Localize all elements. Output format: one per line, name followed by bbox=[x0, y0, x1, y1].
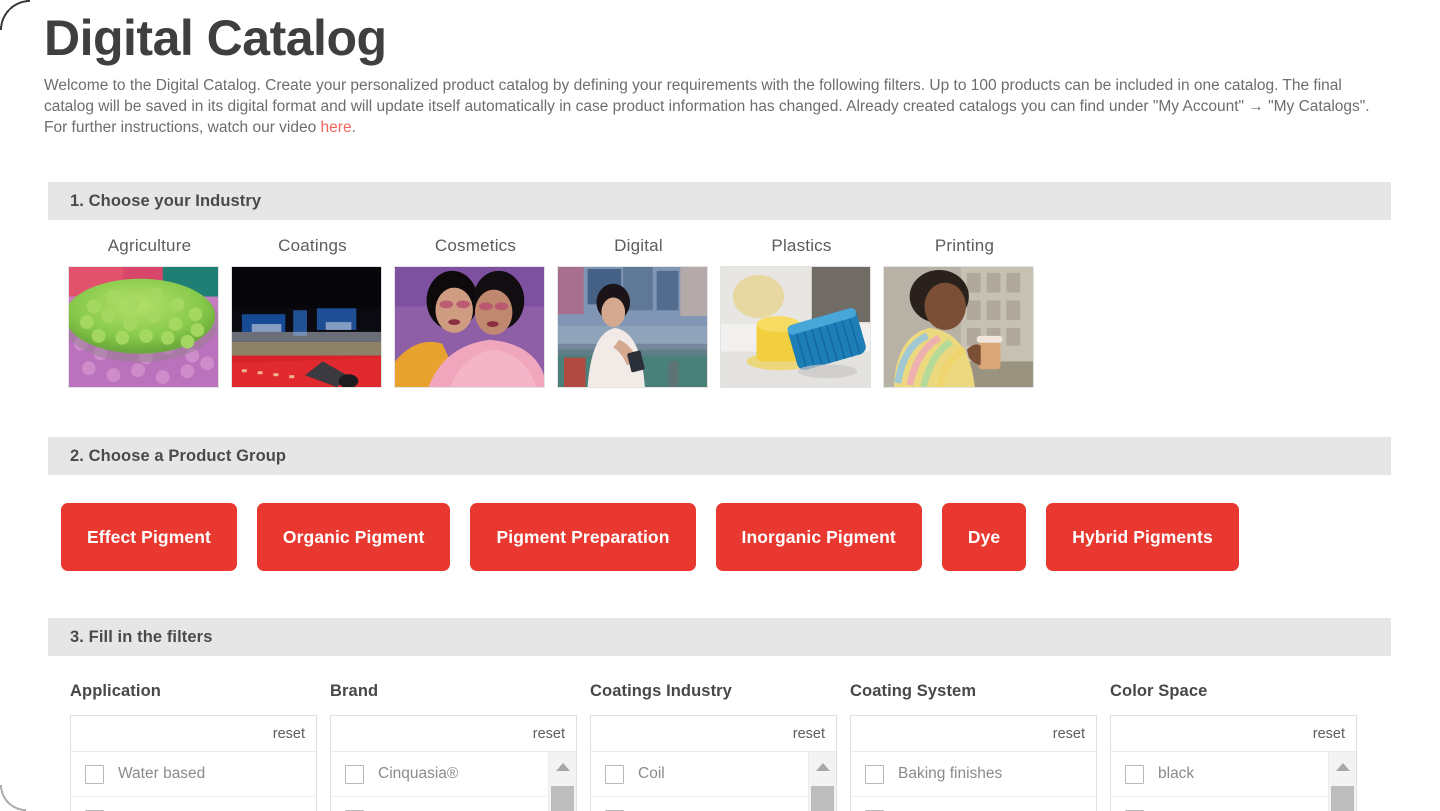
filter-option-list[interactable]: black bbox=[1111, 752, 1356, 811]
filter-option[interactable]: black bbox=[1111, 752, 1356, 797]
industry-item-cosmetics[interactable]: Cosmetics bbox=[394, 236, 557, 388]
filter-option[interactable] bbox=[591, 797, 836, 811]
filter-option-list[interactable]: Coil bbox=[591, 752, 836, 811]
printing-image[interactable] bbox=[883, 266, 1034, 388]
section-heading-filters: 3. Fill in the filters bbox=[70, 627, 213, 646]
digital-image[interactable] bbox=[557, 266, 708, 388]
product-group-button-organic-pigment[interactable]: Organic Pigment bbox=[256, 503, 451, 571]
industry-item-agriculture[interactable]: Agriculture bbox=[68, 236, 231, 388]
industry-item-coatings[interactable]: Coatings bbox=[231, 236, 394, 388]
filter-box: reset Baking finishes bbox=[850, 715, 1097, 811]
page-intro-text: Welcome to the Digital Catalog. Create y… bbox=[44, 75, 1389, 138]
industry-label: Coatings bbox=[278, 236, 347, 255]
page-header: Digital Catalog Welcome to the Digital C… bbox=[0, 0, 1440, 138]
product-group-button-hybrid-pigments[interactable]: Hybrid Pigments bbox=[1046, 503, 1239, 571]
filter-search-row[interactable]: reset bbox=[851, 716, 1096, 752]
filter-option-label: black bbox=[1158, 765, 1195, 782]
section-heading-industry: 1. Choose your Industry bbox=[70, 191, 262, 210]
filter-search-row[interactable]: reset bbox=[331, 716, 576, 752]
filter-option[interactable] bbox=[71, 797, 316, 811]
plastics-image[interactable] bbox=[720, 266, 871, 388]
reset-link[interactable]: reset bbox=[533, 726, 565, 742]
filter-column-brand: Brand reset Cinquasia® bbox=[330, 682, 590, 811]
checkbox-icon[interactable] bbox=[345, 764, 364, 784]
filter-box: reset Cinquasia® bbox=[330, 715, 577, 811]
filter-column-coatings-industry: Coatings Industry reset Coil bbox=[590, 682, 850, 811]
industry-item-plastics[interactable]: Plastics bbox=[720, 236, 883, 388]
scrollbar-thumb[interactable] bbox=[1331, 786, 1354, 811]
reset-link[interactable]: reset bbox=[1053, 726, 1085, 742]
filter-title: Coatings Industry bbox=[590, 682, 732, 700]
section-bar-industry: 1. Choose your Industry bbox=[48, 182, 1391, 220]
filter-search-row[interactable]: reset bbox=[591, 716, 836, 752]
filter-option-list[interactable]: Water based bbox=[71, 752, 316, 811]
filter-search-row[interactable]: reset bbox=[71, 716, 316, 752]
product-group-button-row: Effect Pigment Organic Pigment Pigment P… bbox=[61, 503, 1440, 571]
agriculture-image[interactable] bbox=[68, 266, 219, 388]
filter-option-list[interactable]: Cinquasia® bbox=[331, 752, 576, 811]
filter-option[interactable]: Cinquasia® bbox=[331, 752, 576, 797]
industry-item-printing[interactable]: Printing bbox=[883, 236, 1046, 388]
filter-option[interactable] bbox=[851, 797, 1096, 811]
filter-option-label: Water based bbox=[118, 765, 206, 782]
intro-text-part2: . bbox=[351, 119, 356, 136]
industry-item-digital[interactable]: Digital bbox=[557, 236, 720, 388]
filter-title: Color Space bbox=[1110, 682, 1208, 700]
filter-option-label: Baking finishes bbox=[898, 765, 1003, 782]
filter-option[interactable]: Water based bbox=[71, 752, 316, 797]
filter-option[interactable]: Coil bbox=[591, 752, 836, 797]
section-bar-filters: 3. Fill in the filters bbox=[48, 618, 1391, 656]
industry-label: Agriculture bbox=[107, 236, 192, 255]
filter-column-application: Application reset Water based bbox=[70, 682, 330, 811]
digital-catalog-page: Digital Catalog Welcome to the Digital C… bbox=[0, 0, 1440, 811]
scroll-up-arrow-icon[interactable] bbox=[1329, 752, 1356, 782]
filter-option-list[interactable]: Baking finishes bbox=[851, 752, 1096, 811]
industry-label: Printing bbox=[934, 236, 995, 255]
industry-label: Digital bbox=[614, 236, 663, 255]
filter-box: reset Water based bbox=[70, 715, 317, 811]
filter-scrollbar[interactable] bbox=[1328, 752, 1356, 811]
filter-column-color-space: Color Space reset black bbox=[1110, 682, 1370, 811]
reset-link[interactable]: reset bbox=[273, 726, 305, 742]
checkbox-icon[interactable] bbox=[605, 764, 624, 784]
scroll-up-arrow-icon[interactable] bbox=[809, 752, 836, 782]
filter-box: reset black bbox=[1110, 715, 1357, 811]
scrollbar-thumb[interactable] bbox=[551, 786, 574, 811]
reset-link[interactable]: reset bbox=[1313, 726, 1345, 742]
checkbox-icon[interactable] bbox=[85, 764, 104, 784]
scroll-up-arrow-icon[interactable] bbox=[549, 752, 576, 782]
filter-search-row[interactable]: reset bbox=[1111, 716, 1356, 752]
checkbox-icon[interactable] bbox=[1125, 764, 1144, 784]
filter-scrollbar[interactable] bbox=[548, 752, 576, 811]
filter-option-label: Coil bbox=[638, 765, 665, 782]
reset-link[interactable]: reset bbox=[793, 726, 825, 742]
filter-option[interactable]: Baking finishes bbox=[851, 752, 1096, 797]
filter-column-coating-system: Coating System reset Baking finishes bbox=[850, 682, 1110, 811]
section-heading-product-group: 2. Choose a Product Group bbox=[70, 446, 287, 465]
video-here-link[interactable]: here bbox=[321, 119, 352, 136]
scrollbar-thumb[interactable] bbox=[811, 786, 834, 811]
filter-title: Brand bbox=[330, 682, 379, 700]
filter-option-label: Cinquasia® bbox=[378, 765, 459, 782]
filter-title: Coating System bbox=[850, 682, 977, 700]
industry-label: Cosmetics bbox=[434, 236, 517, 255]
industry-list: Agriculture Coatings Cosmetics Digital P… bbox=[68, 236, 1440, 388]
filter-option[interactable] bbox=[331, 797, 576, 811]
industry-label: Plastics bbox=[771, 236, 832, 255]
filter-title: Application bbox=[70, 682, 161, 700]
product-group-button-inorganic-pigment[interactable]: Inorganic Pigment bbox=[715, 503, 922, 571]
cosmetics-image[interactable] bbox=[394, 266, 545, 388]
filter-option[interactable] bbox=[1111, 797, 1356, 811]
filter-columns: Application reset Water based Brand rese… bbox=[70, 682, 1440, 811]
section-bar-product-group: 2. Choose a Product Group bbox=[48, 437, 1391, 475]
filter-box: reset Coil bbox=[590, 715, 837, 811]
product-group-button-pigment-preparation[interactable]: Pigment Preparation bbox=[470, 503, 696, 571]
product-group-button-dye[interactable]: Dye bbox=[941, 503, 1027, 571]
coatings-image[interactable] bbox=[231, 266, 382, 388]
product-group-button-effect-pigment[interactable]: Effect Pigment bbox=[61, 503, 237, 571]
page-title: Digital Catalog bbox=[44, 10, 387, 66]
intro-text-part1: Welcome to the Digital Catalog. Create y… bbox=[44, 77, 1370, 136]
filter-scrollbar[interactable] bbox=[808, 752, 836, 811]
checkbox-icon[interactable] bbox=[865, 764, 884, 784]
